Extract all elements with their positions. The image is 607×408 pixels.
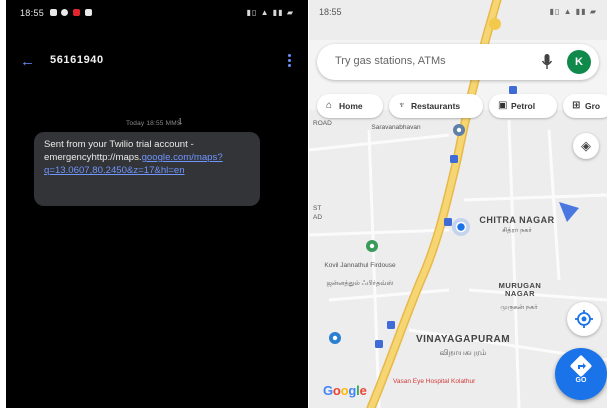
map-label-saravanabhavan: Saravanabhavan (371, 124, 421, 131)
map-label-murugan-nagar: MURUGAN NAGAR (498, 281, 542, 298)
map-label-kovil: Kovil Jannathul Firdouse (324, 262, 396, 269)
chip-grocery-label: Gro (585, 101, 601, 111)
mic-icon[interactable] (541, 53, 553, 71)
google-logo: Google (323, 383, 367, 398)
layers-button[interactable]: ◈ (573, 133, 599, 159)
map-label-chitra-nagar-local: சித்ரா நகர் (502, 227, 532, 234)
search-bar[interactable]: Try gas stations, ATMs K (317, 44, 599, 80)
go-directions-button[interactable]: GO (555, 348, 607, 400)
crosshair-icon (575, 310, 593, 328)
navigation-status-icon (50, 9, 57, 16)
chip-petrol[interactable]: ▣ Petrol (489, 94, 557, 118)
notification-app-icon (73, 9, 80, 16)
gallery-status-icon (85, 9, 92, 16)
signal-battery-icons: ▮▯ ▲ ▮▮ ▰ (246, 8, 294, 17)
sim-badge-icon: 1 (178, 117, 183, 126)
map-label-murugan-nagar-local: முருகன் நகர் (500, 304, 538, 311)
map-label-vinayagapuram-local: விநாயகபுரம் (439, 348, 487, 357)
contact-number: 56161940 (50, 54, 104, 66)
back-arrow-icon[interactable]: ← (20, 53, 35, 70)
category-chips: ⌂ Home ♆ Restaurants ▣ Petrol ⊞ Gro (317, 94, 607, 118)
chip-petrol-label: Petrol (511, 101, 536, 111)
status-bar: 18:55 ▮▯ ▲ ▮▮ ▰ (6, 0, 308, 26)
layers-icon: ◈ (581, 138, 591, 153)
home-icon: ⌂ (326, 100, 333, 111)
map-label-left-road: ROAD (313, 120, 332, 127)
map-label-left-st: ST (313, 205, 322, 212)
chip-restaurants-label: Restaurants (411, 101, 461, 111)
message-timestamp: Today 18:55 MMS (126, 120, 182, 127)
chip-home[interactable]: ⌂ Home (317, 94, 383, 118)
map-label-eye-hospital[interactable]: Vasan Eye Hospital Kolathur (393, 378, 483, 386)
map-label-chitra-nagar: CHITRA NAGAR (479, 215, 555, 225)
map-label-kovil-local: ஜன்னத்துல் ஃபிர்தவ்ஸ் (326, 280, 394, 287)
location-status-icon (61, 9, 68, 16)
my-location-button[interactable] (567, 302, 601, 336)
search-placeholder: Try gas stations, ATMs (335, 55, 446, 67)
signal-battery-icons: ▮▯ ▲ ▮▮ ▰ (549, 7, 597, 16)
conversation-header: ← 56161940 (6, 48, 308, 88)
fuel-icon: ▣ (498, 100, 508, 111)
go-label: GO (575, 377, 587, 384)
status-time: 18:55 (319, 7, 342, 17)
chip-home-label: Home (339, 101, 363, 111)
avatar[interactable]: K (567, 50, 591, 74)
restaurant-icon: ♆ (398, 100, 406, 111)
chip-grocery[interactable]: ⊞ Gro (563, 94, 607, 118)
directions-icon (570, 355, 592, 377)
chip-restaurants[interactable]: ♆ Restaurants (389, 94, 483, 118)
status-time: 18:55 (20, 8, 45, 18)
map-label-left-ad: AD (313, 214, 323, 221)
sms-screen: 18:55 ▮▯ ▲ ▮▮ ▰ ← 56161940 Today 18:55 M… (6, 0, 308, 408)
message-bubble[interactable]: Sent from your Twilio trial account - em… (34, 132, 260, 206)
maps-screen: 18:55 ▮▯ ▲ ▮▮ ▰ Try gas stations, ATMs K… (309, 0, 607, 408)
more-options-icon[interactable] (288, 54, 292, 68)
map-label-vinayagapuram: VINAYAGAPURAM (415, 334, 511, 345)
cart-icon: ⊞ (572, 100, 581, 111)
